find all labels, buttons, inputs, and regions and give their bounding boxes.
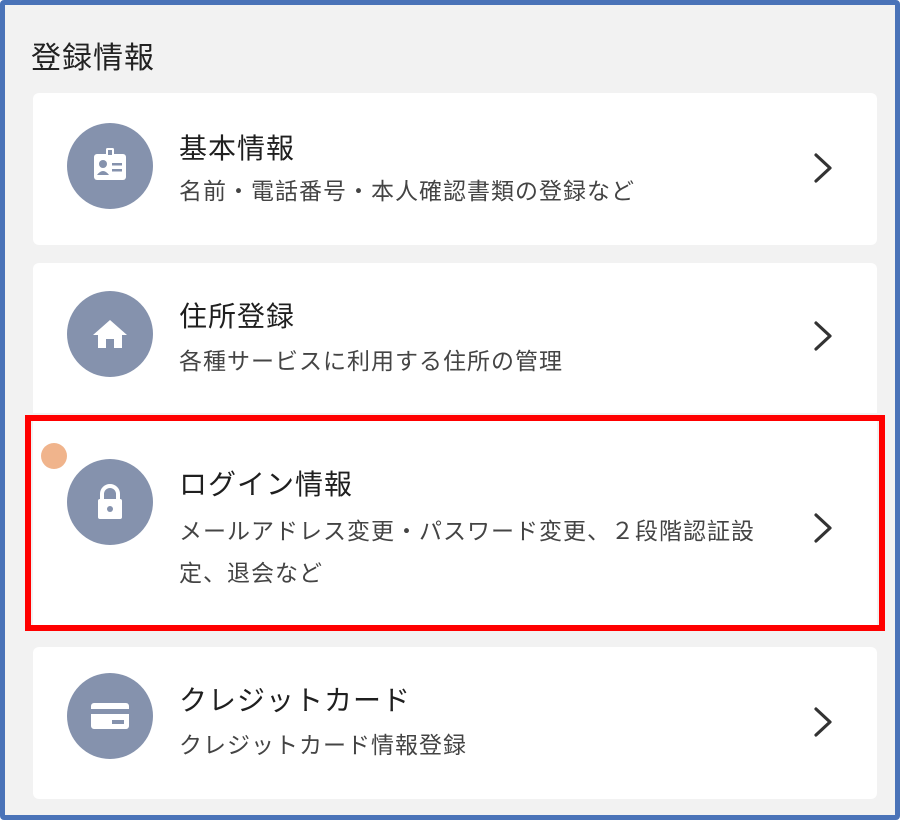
login-info-item[interactable]: ログイン情報 メールアドレス変更・パスワード変更、２段階認証設定、退会など: [33, 415, 877, 631]
basic-info-description: 名前・電話番号・本人確認書類の登録など: [179, 179, 635, 205]
chevron-right-icon: [814, 513, 832, 543]
address-description: 各種サービスに利用する住所の管理: [179, 349, 563, 375]
notification-dot: [41, 443, 67, 469]
chevron-right-icon: [814, 321, 832, 351]
credit-card-title: クレジットカード: [179, 684, 412, 717]
chevron-right-icon: [814, 153, 832, 183]
chevron-right-icon: [814, 707, 832, 737]
address-item[interactable]: 住所登録 各種サービスに利用する住所の管理: [33, 263, 877, 413]
credit-card-item[interactable]: クレジットカード クレジットカード情報登録: [33, 647, 877, 799]
login-info-description: メールアドレス変更・パスワード変更、２段階認証設定、退会など: [179, 519, 755, 587]
lock-icon: [67, 459, 153, 545]
registration-panel: 登録情報 基本情報 名前・電話番号・本人確認書類の登録など 住所登録 各種サービ…: [0, 0, 900, 820]
id-card-icon: [67, 123, 153, 209]
credit-card-icon: [67, 673, 153, 759]
basic-info-title: 基本情報: [179, 132, 296, 165]
section-title: 登録情報: [31, 41, 155, 76]
login-info-title: ログイン情報: [179, 468, 354, 501]
credit-card-description: クレジットカード情報登録: [179, 733, 467, 759]
address-title: 住所登録: [179, 300, 296, 333]
home-icon: [67, 291, 153, 377]
basic-info-item[interactable]: 基本情報 名前・電話番号・本人確認書類の登録など: [33, 93, 877, 245]
